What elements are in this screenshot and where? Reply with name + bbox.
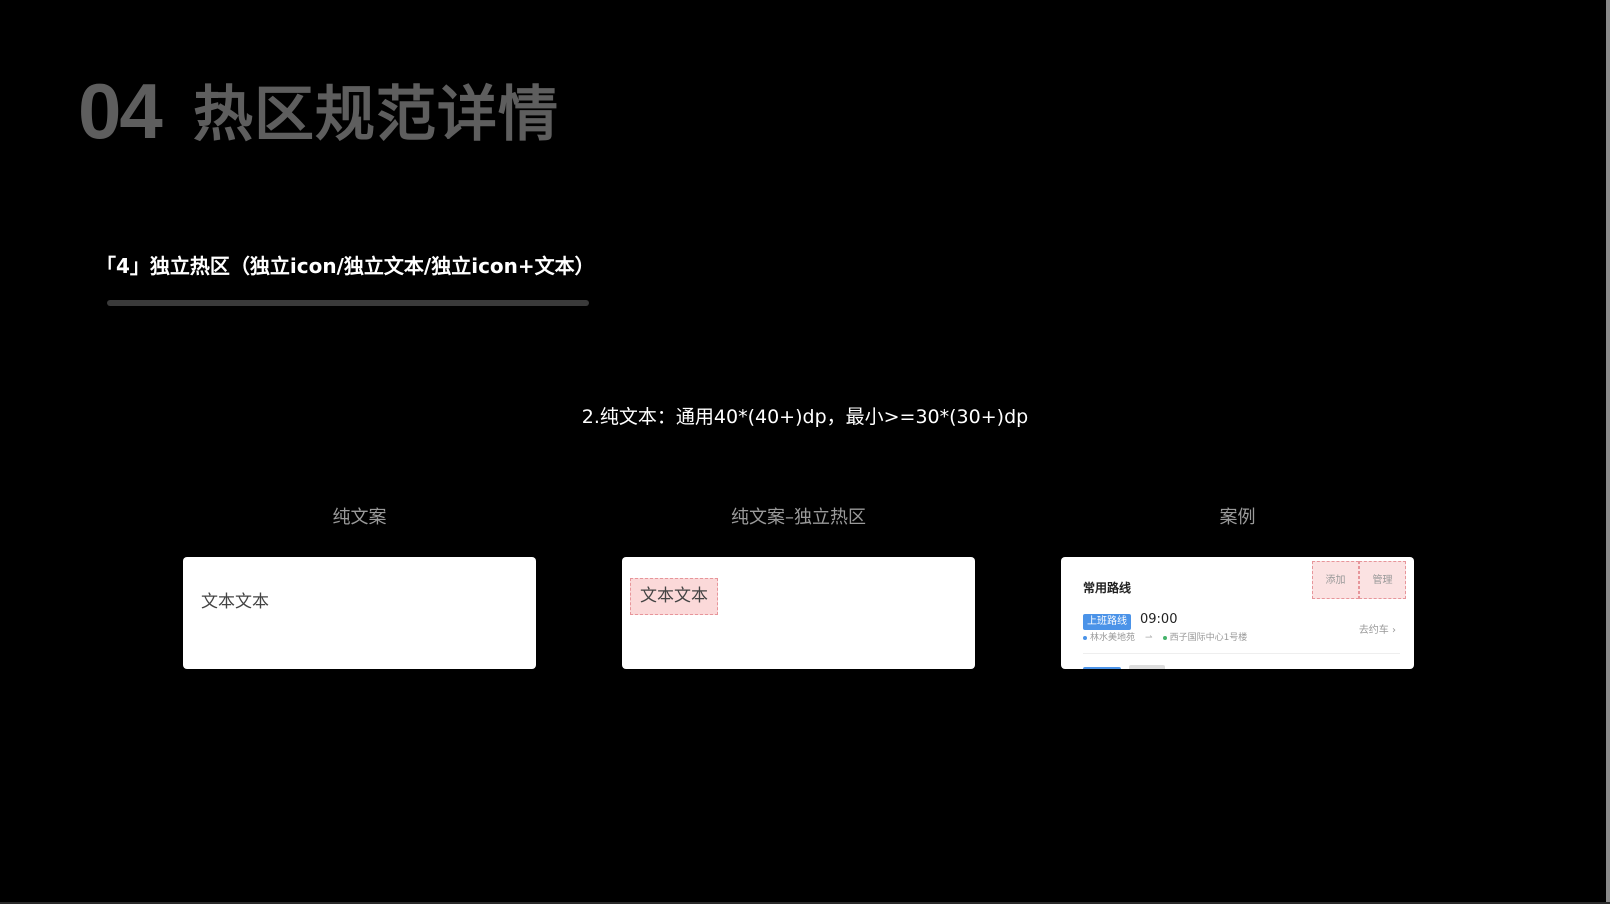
rule-subtitle: 2.纯文本：通用40*(40+)dp，最小>=30*(30+)dp — [581, 406, 1029, 428]
route-arrow-icon: ⇀ — [1145, 633, 1153, 643]
route-tag: 上班路线 — [1083, 614, 1131, 630]
hot-zone-card: 文本文本 — [622, 557, 975, 669]
column-label-plain-text: 纯文案 — [332, 507, 387, 528]
column-label-hot-zone: 纯文案–独立热区 — [731, 507, 866, 528]
route-destination: 西子国际中心1号楼 — [1169, 633, 1248, 643]
book-car-link[interactable]: 去约车 › — [1359, 621, 1396, 636]
plain-text-card: 文本文本 — [183, 557, 536, 669]
slide: 04 热区规范详情 「4」独立热区（独立icon/独立文本/独立icon+文本）… — [0, 0, 1610, 904]
add-button[interactable]: 添加 — [1312, 561, 1359, 599]
plain-text-sample: 文本文本 — [201, 592, 269, 612]
page-title: 热区规范详情 — [193, 80, 559, 150]
route-panel: 常用路线 添加 管理 上班路线 09:00 林水美地苑 ⇀ 西子国际中心1号楼 去约… — [1069, 561, 1406, 669]
section-underline — [107, 300, 589, 306]
list-divider — [1083, 653, 1400, 654]
route-origin: 林水美地苑 — [1090, 633, 1136, 643]
example-card: 常用路线 添加 管理 上班路线 09:00 林水美地苑 ⇀ 西子国际中心1号楼 去约… — [1061, 557, 1414, 669]
route-stops: 林水美地苑 ⇀ 西子国际中心1号楼 — [1083, 630, 1247, 643]
next-route-tag — [1083, 667, 1121, 669]
next-route-time — [1129, 665, 1165, 669]
section-title: 「4」独立热区（独立icon/独立文本/独立icon+文本） — [96, 254, 595, 278]
routes-title: 常用路线 — [1083, 581, 1132, 595]
route-time: 09:00 — [1140, 612, 1178, 627]
frame-edge — [1606, 0, 1610, 904]
column-label-example: 案例 — [1219, 507, 1256, 528]
hot-zone-text-sample[interactable]: 文本文本 — [630, 578, 718, 615]
section-number: 04 — [78, 67, 163, 155]
origin-dot-icon — [1083, 635, 1087, 640]
destination-dot-icon — [1162, 635, 1167, 640]
manage-button[interactable]: 管理 — [1359, 561, 1406, 599]
